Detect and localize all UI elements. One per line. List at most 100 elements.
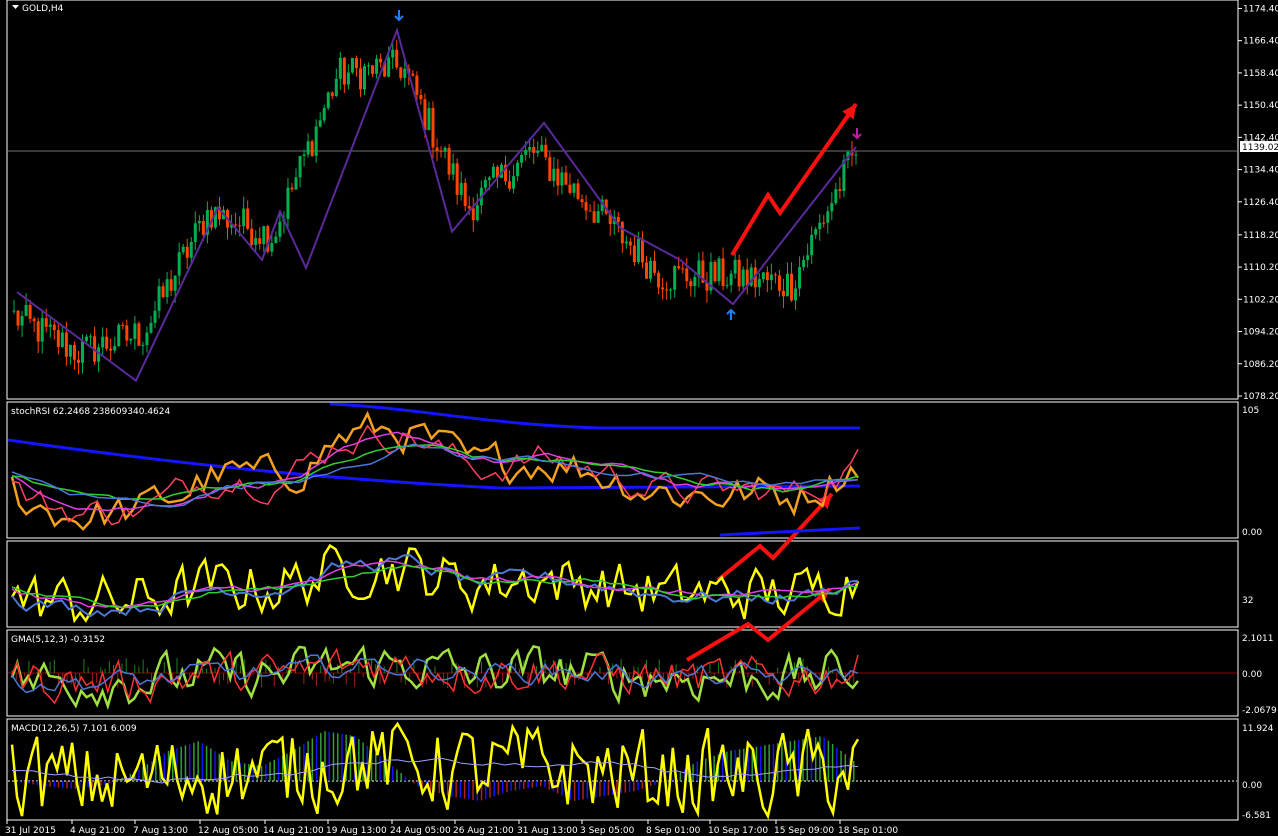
candle-body	[540, 144, 544, 151]
candle-body	[455, 163, 459, 195]
candle-body	[548, 157, 552, 181]
candle-body	[463, 182, 467, 207]
candle-body	[375, 58, 379, 74]
time-label: 4 Aug 21:00	[70, 826, 125, 836]
candle-body	[81, 340, 84, 363]
candle-body	[665, 289, 669, 291]
candle-body	[129, 338, 133, 341]
candle-body	[157, 286, 161, 311]
candle-body	[60, 332, 64, 347]
candle-body	[822, 222, 826, 224]
candle-body	[713, 261, 717, 282]
candle-body	[769, 274, 773, 281]
candle-body	[737, 259, 741, 287]
candle-body	[254, 238, 258, 245]
candle-body	[475, 205, 479, 221]
candle-body	[48, 324, 52, 327]
price-label: 1110.20	[1243, 263, 1278, 273]
candle-body	[435, 147, 439, 151]
time-label: 12 Aug 05:00	[198, 826, 259, 836]
candle-body	[113, 346, 117, 351]
candle-body	[516, 162, 520, 177]
candle-body	[334, 78, 338, 96]
candle-body	[653, 260, 657, 273]
price-label: 1134.40	[1243, 166, 1278, 176]
candle-body	[818, 222, 822, 230]
candle-body	[439, 150, 443, 152]
stochrsi-scale-bottom: 0.00	[1242, 528, 1262, 538]
candle-body	[781, 290, 785, 297]
candle-body	[201, 220, 205, 235]
candle-body	[721, 258, 725, 286]
candle-body	[40, 318, 44, 342]
candle-body	[101, 336, 105, 348]
candle-body	[431, 108, 435, 148]
candle-body	[636, 238, 640, 263]
candle-body	[246, 208, 250, 229]
candle-body	[657, 272, 661, 288]
price-label: 1094.20	[1243, 328, 1278, 338]
candle-body	[568, 184, 572, 193]
candle-body	[338, 57, 342, 79]
candle-body	[262, 226, 266, 244]
candle-body	[270, 242, 274, 252]
candle-body	[185, 246, 189, 258]
candle-body	[483, 179, 487, 188]
candle-body	[661, 287, 665, 290]
candle-body	[68, 344, 72, 357]
candle-body	[242, 208, 246, 227]
candle-body	[354, 57, 358, 69]
candle-body	[765, 272, 769, 281]
price-label: 1086.20	[1243, 360, 1278, 370]
candle-body	[693, 276, 697, 287]
stochrsi-scale-top: 105	[1242, 406, 1259, 416]
candle-body	[632, 245, 636, 263]
price-label: 1118.20	[1243, 231, 1278, 241]
candle-body	[806, 255, 810, 260]
candle-body	[302, 154, 306, 156]
candle-body	[584, 202, 588, 211]
candle-body	[786, 273, 789, 297]
candle-body	[689, 281, 693, 287]
time-label: 18 Sep 01:00	[838, 826, 898, 836]
time-label: 26 Aug 21:00	[453, 826, 514, 836]
price-label: 1126.40	[1243, 198, 1278, 208]
candle-body	[371, 65, 375, 74]
candle-body	[564, 172, 568, 185]
candle-body	[681, 268, 685, 270]
candle-body	[56, 330, 60, 347]
candle-body	[121, 324, 125, 326]
candle-body	[36, 321, 40, 342]
candle-body	[757, 279, 761, 288]
candle-body	[467, 206, 471, 209]
candle-body	[105, 336, 109, 349]
price-label: 1150.40	[1243, 101, 1278, 111]
candle-body	[560, 172, 564, 186]
trading-chart[interactable]: GOLD,H4 stochRSI 62.2468 238609340.4624 …	[0, 0, 1278, 836]
candle-body	[290, 187, 294, 190]
price-label: 1166.40	[1243, 37, 1278, 47]
stochrsi-title: stochRSI 62.2468 238609340.4624	[11, 407, 171, 417]
candle-body	[391, 49, 395, 58]
candle-body	[387, 57, 391, 77]
candle-body	[520, 154, 524, 163]
candle-body	[189, 241, 193, 258]
macd-title: MACD(12,26,5) 7.101 6.009	[11, 724, 137, 734]
candle-body	[810, 234, 814, 256]
candle-body	[419, 94, 423, 100]
candle-body	[379, 58, 383, 63]
candle-body	[318, 120, 322, 127]
candle-body	[838, 189, 842, 191]
time-label: 31 Aug 13:00	[517, 826, 578, 836]
candle-body	[342, 57, 346, 85]
candle-body	[427, 108, 431, 131]
candle-body	[358, 68, 362, 90]
candle-body	[350, 57, 354, 73]
chart-title: GOLD,H4	[22, 4, 64, 14]
candle-body	[403, 68, 407, 78]
candle-body	[471, 208, 475, 221]
candle-body	[278, 221, 282, 237]
time-label: 10 Sep 17:00	[708, 826, 768, 836]
candle-body	[741, 269, 745, 287]
candle-body	[834, 189, 838, 204]
